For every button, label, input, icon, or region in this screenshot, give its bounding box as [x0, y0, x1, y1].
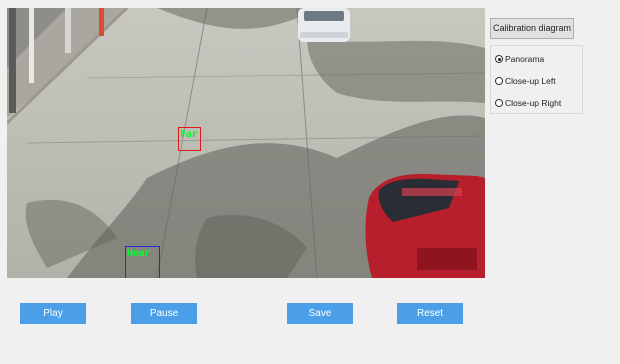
save-button[interactable]: Save — [287, 303, 353, 324]
far-calibration-box[interactable]: Far — [178, 127, 201, 151]
close-up-right-label: Close-up Right — [505, 98, 562, 108]
pause-button[interactable]: Pause — [131, 303, 197, 324]
radio-selected-icon[interactable] — [495, 55, 503, 63]
panorama-label: Panorama — [505, 54, 545, 64]
calibration-diagram-button[interactable]: Calibration diagram — [490, 18, 574, 39]
radio-unselected-icon[interactable] — [495, 77, 503, 85]
road-scene — [7, 8, 485, 278]
play-button[interactable]: Play — [20, 303, 86, 324]
view-mode-group: Panorama Close-up Left Close-up Right — [490, 45, 583, 114]
close-up-left-label: Close-up Left — [505, 76, 556, 86]
radio-unselected-icon[interactable] — [495, 99, 503, 107]
close-up-left-radio[interactable]: Close-up Left — [495, 75, 556, 87]
near-label: Near — [127, 248, 150, 259]
far-label: Far — [180, 129, 198, 140]
near-calibration-box[interactable]: Near — [125, 246, 160, 278]
reset-button[interactable]: Reset — [397, 303, 463, 324]
panorama-radio[interactable]: Panorama — [495, 53, 544, 65]
video-preview[interactable]: Far Near — [7, 8, 485, 278]
close-up-right-radio[interactable]: Close-up Right — [495, 97, 561, 109]
